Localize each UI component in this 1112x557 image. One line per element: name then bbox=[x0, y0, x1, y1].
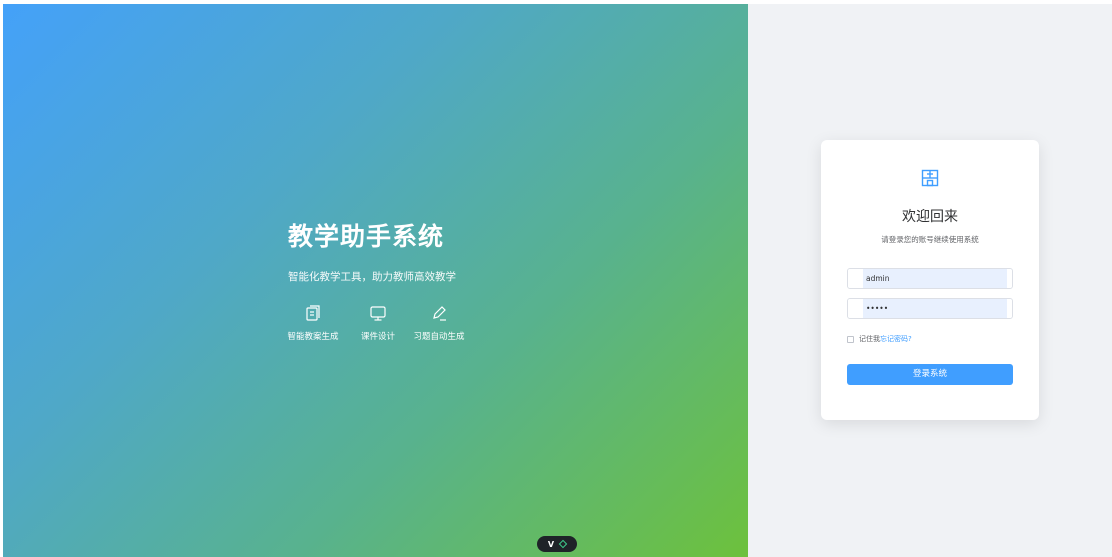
login-subtitle: 请登录您的账号继续使用系统 bbox=[881, 235, 979, 244]
remember-row: 记住我 忘记密码? bbox=[847, 334, 912, 344]
login-button[interactable]: 登录系统 bbox=[847, 364, 1013, 385]
feature-label: 习题自动生成 bbox=[413, 332, 465, 342]
remember-label[interactable]: 记住我 bbox=[859, 334, 880, 344]
hero-content: 教学助手系统 智能化教学工具，助力教师高效教学 智能教案生成 课件设计 习题自动… bbox=[288, 222, 465, 342]
feature-list: 智能教案生成 课件设计 习题自动生成 bbox=[287, 304, 465, 343]
password-field bbox=[847, 298, 1013, 319]
feature-label: 智能教案生成 bbox=[287, 332, 339, 342]
app-frame: 教学助手系统 智能化教学工具，助力教师高效教学 智能教案生成 课件设计 习题自动… bbox=[3, 4, 1112, 557]
login-panel: 欢迎回来 请登录您的账号继续使用系统 记住我 忘记密码? 登录系统 bbox=[748, 4, 1112, 557]
hero-subtitle: 智能化教学工具，助力教师高效教学 bbox=[288, 271, 456, 283]
feature-item: 习题自动生成 bbox=[413, 304, 465, 343]
feature-item: 课件设计 bbox=[359, 304, 397, 343]
login-title: 欢迎回来 bbox=[902, 209, 958, 225]
login-card: 欢迎回来 请登录您的账号继续使用系统 记住我 忘记密码? 登录系统 bbox=[821, 140, 1039, 420]
remember-checkbox[interactable] bbox=[847, 335, 854, 343]
password-input[interactable] bbox=[866, 299, 1006, 318]
school-building-icon bbox=[921, 169, 939, 187]
vue-logo-icon: V bbox=[547, 539, 555, 549]
dev-toolbar-badge[interactable]: V bbox=[537, 536, 577, 552]
edit-pen-icon bbox=[433, 306, 446, 321]
monitor-icon bbox=[370, 306, 386, 321]
diamond-icon bbox=[558, 539, 568, 549]
feature-label: 课件设计 bbox=[360, 332, 395, 342]
hero-panel: 教学助手系统 智能化教学工具，助力教师高效教学 智能教案生成 课件设计 习题自动… bbox=[3, 4, 748, 557]
feature-item: 智能教案生成 bbox=[287, 304, 339, 343]
hero-title: 教学助手系统 bbox=[288, 222, 445, 251]
username-field bbox=[847, 268, 1013, 289]
document-icon bbox=[306, 305, 320, 321]
forgot-password-link[interactable]: 忘记密码? bbox=[880, 334, 912, 344]
username-input[interactable] bbox=[866, 269, 1006, 288]
